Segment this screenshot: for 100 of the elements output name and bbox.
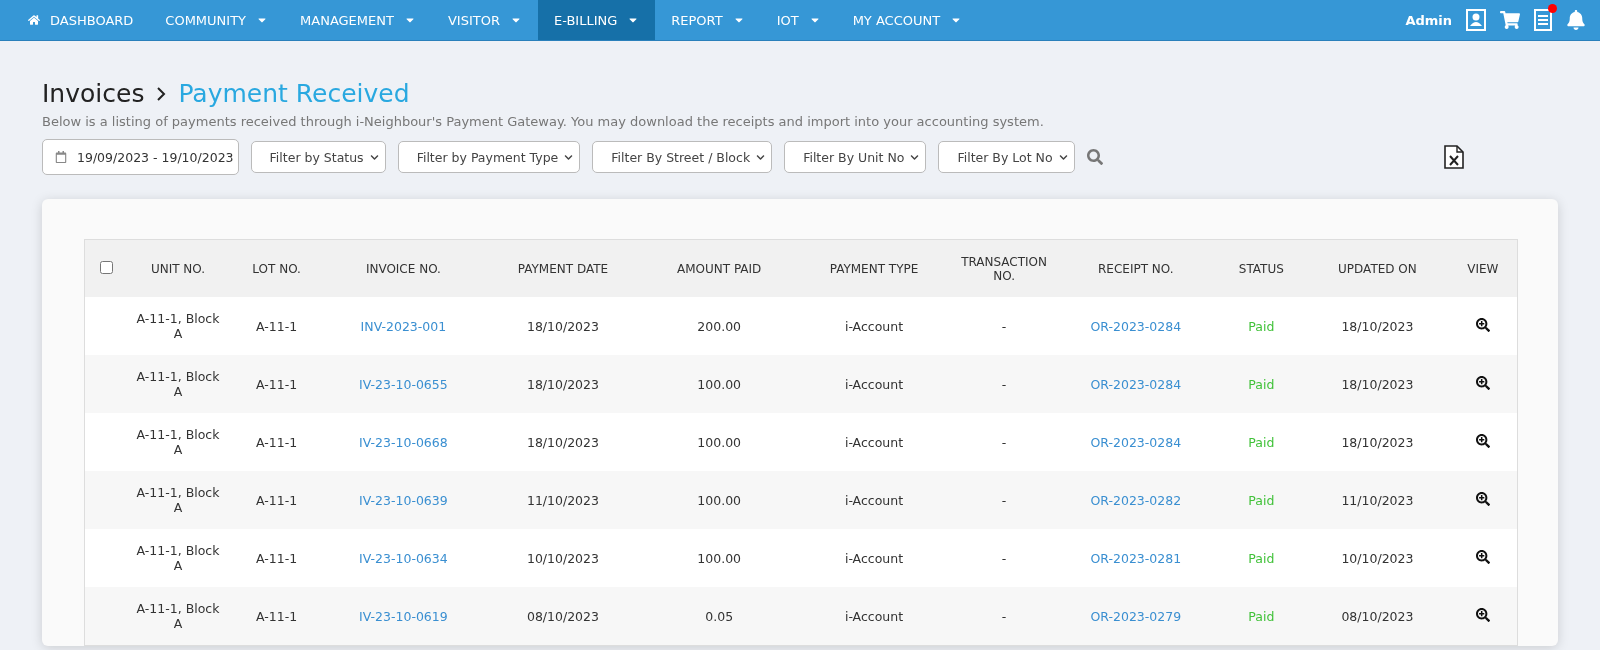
table-cell: - <box>953 355 1056 413</box>
table-cell: 10/10/2023 <box>1306 529 1449 587</box>
receipt-link[interactable]: OR-2023-0284 <box>1090 434 1182 450</box>
user-name[interactable]: Admin <box>1405 12 1452 28</box>
table-cell: A-11-1 <box>229 297 325 355</box>
chevron-icon <box>369 152 379 162</box>
table-cell: A-11-1, Block A <box>127 355 229 413</box>
chevron-icon <box>564 152 574 162</box>
nav-menu-item[interactable]: REPORT <box>655 0 761 40</box>
table-cell: 0.05 <box>643 587 795 646</box>
search-icon[interactable] <box>1086 149 1103 165</box>
zoom-in-icon[interactable] <box>1475 433 1490 448</box>
invoice-link[interactable]: IV-23-10-0634 <box>359 550 448 566</box>
table-cell: A-11-1, Block A <box>127 297 229 355</box>
table-cell: 18/10/2023 <box>482 355 644 413</box>
filter-dropdown[interactable]: Filter by Status <box>250 141 386 173</box>
table-cell: i-Account <box>794 413 954 471</box>
status-text: Paid <box>1248 492 1275 508</box>
cart-icon[interactable] <box>1500 10 1520 30</box>
status-text: Paid <box>1248 318 1275 334</box>
table-cell: 18/10/2023 <box>482 413 644 471</box>
receipt-link[interactable]: OR-2023-0284 <box>1090 318 1182 334</box>
nav-menu-item[interactable]: DASHBOARD <box>12 0 150 40</box>
table-cell: 11/10/2023 <box>1306 471 1449 529</box>
chevron-right-icon <box>156 86 167 101</box>
table-cell: i-Account <box>794 587 954 646</box>
column-header: TRANSACTION NO. <box>953 239 1056 297</box>
receipt-link[interactable]: OR-2023-0282 <box>1090 492 1182 508</box>
page-description: Below is a listing of payments received through i-Neighbour's Payment Gateway. You may download the receipts and import into your accounting system. <box>42 114 1045 129</box>
table-cell: A-11-1, Block A <box>127 471 229 529</box>
nav-menu-item[interactable]: MY ACCOUNT <box>836 0 979 40</box>
zoom-in-icon[interactable] <box>1475 549 1490 564</box>
nav-menu-item[interactable]: VISITOR <box>431 0 538 40</box>
column-header: UPDATED ON <box>1306 239 1449 297</box>
table-cell: A-11-1 <box>229 587 325 646</box>
status-text: Paid <box>1248 434 1275 450</box>
table-cell: 10/10/2023 <box>482 529 644 587</box>
chevron-icon <box>756 152 766 162</box>
table-cell: 100.00 <box>643 471 795 529</box>
nav-menu-item[interactable]: MANAGEMENT <box>284 0 432 40</box>
receipt-link[interactable]: OR-2023-0281 <box>1090 550 1182 566</box>
table-cell: - <box>953 471 1056 529</box>
nav-menu-item[interactable]: COMMUNITY <box>149 0 285 40</box>
table-cell: i-Account <box>794 529 954 587</box>
table-cell: - <box>953 297 1056 355</box>
filter-dropdown[interactable]: Filter By Lot No <box>938 141 1075 173</box>
nav-menu-item[interactable]: E-BILLING <box>537 0 656 40</box>
table-cell: A-11-1, Block A <box>127 587 229 646</box>
invoice-link[interactable]: IV-23-10-0639 <box>359 492 448 508</box>
invoice-link[interactable]: INV-2023-001 <box>360 318 447 334</box>
document-icon <box>1534 9 1552 31</box>
table-cell: - <box>953 587 1056 646</box>
filter-dropdown[interactable]: Filter by Payment Type <box>397 141 581 173</box>
invoice-link[interactable]: IV-23-10-0619 <box>359 608 448 624</box>
column-header: LOT NO. <box>229 239 325 297</box>
table-cell: A-11-1 <box>229 529 325 587</box>
date-range-field[interactable]: 19/09/2023 - 19/10/2023 <box>42 139 239 175</box>
table-cell: 200.00 <box>643 297 795 355</box>
home-icon <box>28 14 40 26</box>
column-header: RECEIPT NO. <box>1055 239 1217 297</box>
excel-file-icon[interactable] <box>1444 145 1464 169</box>
calendar-icon <box>55 151 67 163</box>
table-cell: A-11-1 <box>229 355 325 413</box>
select-all-checkbox[interactable] <box>99 260 113 274</box>
column-header: VIEW <box>1448 239 1518 297</box>
column-header: PAYMENT DATE <box>482 239 644 297</box>
zoom-in-icon[interactable] <box>1475 375 1490 390</box>
table-cell: i-Account <box>794 471 954 529</box>
table-cell: i-Account <box>794 355 954 413</box>
invoice-link[interactable]: IV-23-10-0668 <box>359 434 448 450</box>
zoom-in-icon[interactable] <box>1475 317 1490 332</box>
profile-card-icon[interactable] <box>1466 9 1486 31</box>
table-cell: 11/10/2023 <box>482 471 644 529</box>
nav-menu-item[interactable]: IOT <box>760 0 837 40</box>
invoice-link[interactable]: IV-23-10-0655 <box>359 376 448 392</box>
table-cell: i-Account <box>794 297 954 355</box>
filter-dropdown[interactable]: Filter By Street / Block <box>592 141 773 173</box>
filter-dropdown[interactable]: Filter By Unit No <box>784 141 927 173</box>
table-cell: A-11-1, Block A <box>127 529 229 587</box>
table-cell: 100.00 <box>643 529 795 587</box>
zoom-in-icon[interactable] <box>1475 607 1490 622</box>
column-header: AMOUNT PAID <box>643 239 795 297</box>
table-cell: 18/10/2023 <box>482 297 644 355</box>
column-header: UNIT NO. <box>127 239 229 297</box>
table-cell: - <box>953 413 1056 471</box>
status-text: Paid <box>1248 550 1275 566</box>
table-cell: 08/10/2023 <box>482 587 644 646</box>
zoom-in-icon[interactable] <box>1475 491 1490 506</box>
breadcrumb-item: Payment Received <box>178 79 410 108</box>
table-cell: 08/10/2023 <box>1306 587 1449 646</box>
column-header: PAYMENT TYPE <box>794 239 954 297</box>
receipt-link[interactable]: OR-2023-0284 <box>1090 376 1182 392</box>
chevron-icon <box>910 152 920 162</box>
bell-icon[interactable] <box>1566 10 1586 30</box>
table-cell: 18/10/2023 <box>1306 355 1449 413</box>
receipt-link[interactable]: OR-2023-0279 <box>1090 608 1182 624</box>
chevron-icon <box>1058 152 1068 162</box>
breadcrumb-item[interactable]: Invoices <box>42 79 145 108</box>
table-cell: A-11-1 <box>229 413 325 471</box>
table-cell: A-11-1, Block A <box>127 413 229 471</box>
